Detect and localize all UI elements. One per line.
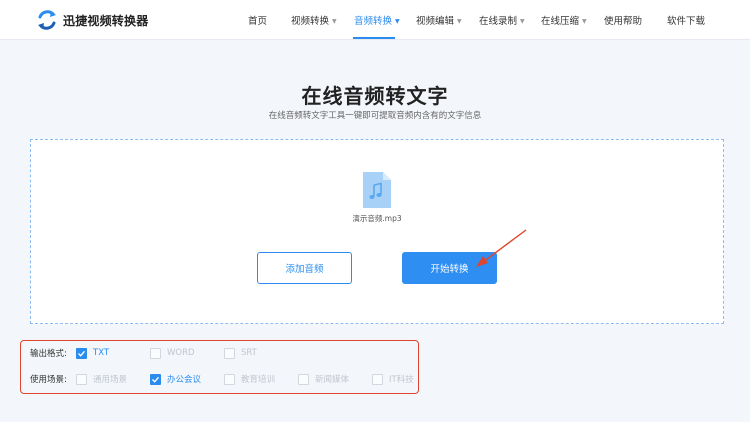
checkbox[interactable]: [150, 373, 161, 385]
audio-file-icon[interactable]: [362, 171, 392, 209]
scene-option-news-media[interactable]: 新闻媒体: [298, 373, 349, 385]
checkbox[interactable]: [76, 373, 87, 385]
format-option-srt[interactable]: SRT: [224, 347, 257, 359]
caret-down-icon: ▼: [582, 18, 587, 25]
nav-active-underline: [353, 37, 395, 39]
nav-item-online-compress[interactable]: 在线压缩 ▼: [541, 13, 587, 27]
page-subtitle: 在线音频转文字工具一键即可提取音频内含有的文字信息: [268, 111, 482, 121]
page-title: 在线音频转文字: [301, 84, 449, 108]
scene-option-education[interactable]: 教育培训: [224, 373, 275, 385]
nav-item-video-convert[interactable]: 视频转换 ▼: [291, 13, 337, 27]
add-audio-button[interactable]: 添加音频: [257, 252, 352, 284]
format-option-txt[interactable]: TXT: [76, 347, 109, 359]
nav-item-home[interactable]: 首页: [248, 13, 267, 27]
checkbox[interactable]: [224, 373, 235, 385]
scene-option-it-tech[interactable]: IT科技: [372, 373, 414, 385]
caret-down-icon: ▼: [520, 18, 525, 25]
file-name: 演示音频.mp3: [352, 214, 402, 223]
nav-item-download[interactable]: 软件下载: [667, 13, 705, 27]
caret-down-icon: ▼: [332, 18, 337, 25]
scene-option-general[interactable]: 通用场景: [76, 373, 127, 385]
nav-item-help[interactable]: 使用帮助: [604, 13, 642, 27]
top-navbar: 迅捷视频转换器 首页 视频转换 ▼ 音频转换 ▼ 视频编辑 ▼ 在线录制 ▼ 在线压缩 ▼…: [0, 0, 750, 40]
check-icon: [78, 350, 86, 357]
usage-scene-label: 使用场景:: [30, 375, 67, 385]
nav-item-online-record[interactable]: 在线录制 ▼: [479, 13, 525, 27]
checkbox[interactable]: [76, 347, 87, 359]
checkbox[interactable]: [150, 347, 161, 359]
output-format-label: 输出格式:: [30, 349, 67, 359]
brand-logo-icon: [38, 10, 56, 30]
checkbox[interactable]: [372, 373, 383, 385]
nav-item-audio-convert[interactable]: 音频转换 ▼: [354, 13, 400, 27]
nav-item-video-edit[interactable]: 视频编辑 ▼: [416, 13, 462, 27]
check-icon: [152, 376, 160, 383]
caret-down-icon: ▼: [395, 18, 400, 25]
caret-down-icon: ▼: [457, 18, 462, 25]
upload-drop-zone[interactable]: [30, 139, 724, 324]
checkbox[interactable]: [224, 347, 235, 359]
checkbox[interactable]: [298, 373, 309, 385]
brand-name: 迅捷视频转换器: [63, 13, 149, 28]
brand[interactable]: 迅捷视频转换器: [36, 9, 148, 31]
scene-option-office-meeting[interactable]: 办公会议: [150, 373, 201, 385]
format-option-word[interactable]: WORD: [150, 347, 195, 359]
start-convert-button[interactable]: 开始转换: [402, 252, 497, 284]
